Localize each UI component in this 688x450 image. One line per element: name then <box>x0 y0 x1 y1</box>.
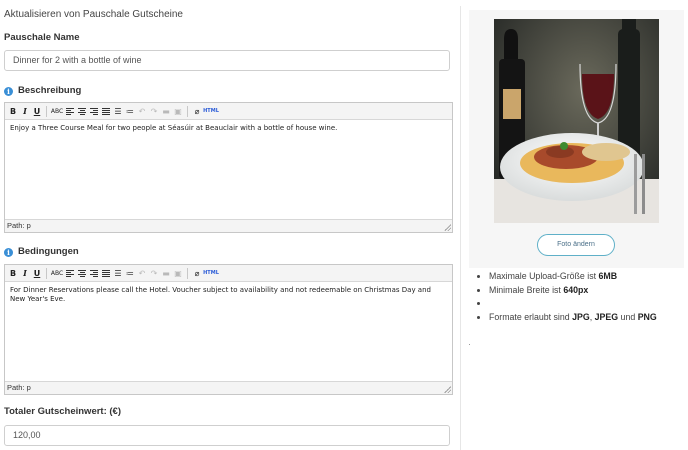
page-heading: Aktualisieren von Pauschale Gutscheine <box>4 9 183 20</box>
numbered-list-icon[interactable]: ≔ <box>125 267 135 279</box>
horizontal-rule-icon[interactable]: ▬ <box>161 267 171 279</box>
horizontal-rule-icon[interactable]: ▬ <box>161 105 171 117</box>
description-toolbar: B I U ABC ☰ ≔ ↶ ↷ ▬ ▣ ⌀ HTML <box>5 103 452 120</box>
conditions-toolbar: B I U ABC ☰ ≔ ↶ ↷ ▬ ▣ ⌀ HTML <box>5 265 452 282</box>
align-justify-icon[interactable] <box>101 267 111 279</box>
info-icon: i <box>4 87 13 96</box>
conditions-label: i Bedingungen <box>4 246 79 257</box>
description-label: i Beschreibung <box>4 85 81 96</box>
rule-upload-size: Maximale Upload-Größe ist 6MB <box>489 270 657 284</box>
underline-button[interactable]: U <box>32 267 42 279</box>
align-left-icon[interactable] <box>65 267 75 279</box>
total-value-input[interactable]: 120,00 <box>4 425 450 446</box>
print-icon[interactable]: ▣ <box>173 105 183 117</box>
rule-format-png: PNG <box>637 311 657 322</box>
voucher-photo <box>494 19 659 223</box>
rule-empty <box>489 297 657 311</box>
description-editor[interactable]: B I U ABC ☰ ≔ ↶ ↷ ▬ ▣ ⌀ HTML Enjoy a Thr… <box>4 102 453 233</box>
description-path-bar: Path: p <box>5 219 452 232</box>
align-right-icon[interactable] <box>89 105 99 117</box>
photo-panel: Foto ändern <box>469 10 684 268</box>
rule-format-jpg: JPG <box>572 311 590 322</box>
info-icon: i <box>4 248 13 257</box>
rule-formats-text: Formate erlaubt sind <box>489 311 573 322</box>
path-label: Path: p <box>7 383 31 392</box>
stray-dot <box>469 344 470 345</box>
toolbar-separator <box>187 267 188 279</box>
html-source-button[interactable]: HTML <box>203 105 219 117</box>
conditions-label-text: Bedingungen <box>18 246 79 257</box>
rule-formats: Formate erlaubt sind JPG, JPEG und PNG <box>489 311 657 325</box>
upload-rules-list: Maximale Upload-Größe ist 6MB Minimale B… <box>475 270 657 324</box>
align-justify-icon[interactable] <box>101 105 111 117</box>
html-source-button[interactable]: HTML <box>203 267 219 279</box>
description-label-text: Beschreibung <box>18 85 82 96</box>
resize-handle-icon[interactable] <box>444 386 451 393</box>
column-divider <box>460 6 461 450</box>
description-content[interactable]: Enjoy a Three Course Meal for two people… <box>5 120 452 137</box>
path-label: Path: p <box>7 221 31 230</box>
toolbar-separator <box>46 267 47 279</box>
name-input[interactable]: Dinner for 2 with a bottle of wine <box>4 50 450 71</box>
rule-min-width-value: 640px <box>563 284 589 295</box>
bullet-list-icon[interactable]: ☰ <box>113 267 123 279</box>
resize-handle-icon[interactable] <box>444 224 451 231</box>
redo-icon[interactable]: ↷ <box>149 105 159 117</box>
rule-format-and: und <box>618 311 638 322</box>
bold-button[interactable]: B <box>8 267 18 279</box>
undo-icon[interactable]: ↶ <box>137 105 147 117</box>
rule-min-width: Minimale Breite ist 640px <box>489 284 657 298</box>
change-photo-button[interactable]: Foto ändern <box>537 234 615 256</box>
conditions-content[interactable]: For Dinner Reservations please call the … <box>5 282 452 308</box>
rule-min-width-text: Minimale Breite ist <box>489 284 564 295</box>
print-icon[interactable]: ▣ <box>173 267 183 279</box>
redo-icon[interactable]: ↷ <box>149 267 159 279</box>
rule-format-jpeg: JPEG <box>594 311 619 322</box>
strikethrough-button[interactable]: ABC <box>51 105 63 117</box>
align-left-icon[interactable] <box>65 105 75 117</box>
align-right-icon[interactable] <box>89 267 99 279</box>
cleanup-icon[interactable]: ⌀ <box>192 267 202 279</box>
strikethrough-button[interactable]: ABC <box>51 267 63 279</box>
conditions-editor[interactable]: B I U ABC ☰ ≔ ↶ ↷ ▬ ▣ ⌀ HTML For Dinner … <box>4 264 453 395</box>
cleanup-icon[interactable]: ⌀ <box>192 105 202 117</box>
align-center-icon[interactable] <box>77 267 87 279</box>
name-label: Pauschale Name <box>4 32 80 43</box>
bold-button[interactable]: B <box>8 105 18 117</box>
total-label: Totaler Gutscheinwert: (€) <box>4 406 122 417</box>
undo-icon[interactable]: ↶ <box>137 267 147 279</box>
toolbar-separator <box>46 105 47 117</box>
rule-upload-size-value: 6MB <box>598 271 618 281</box>
italic-button[interactable]: I <box>20 105 30 117</box>
bullet-list-icon[interactable]: ☰ <box>113 105 123 117</box>
underline-button[interactable]: U <box>32 105 42 117</box>
numbered-list-icon[interactable]: ≔ <box>125 105 135 117</box>
align-center-icon[interactable] <box>77 105 87 117</box>
conditions-path-bar: Path: p <box>5 381 452 394</box>
italic-button[interactable]: I <box>20 267 30 279</box>
rule-upload-size-text: Maximale Upload-Größe ist <box>489 271 599 281</box>
toolbar-separator <box>187 105 188 117</box>
